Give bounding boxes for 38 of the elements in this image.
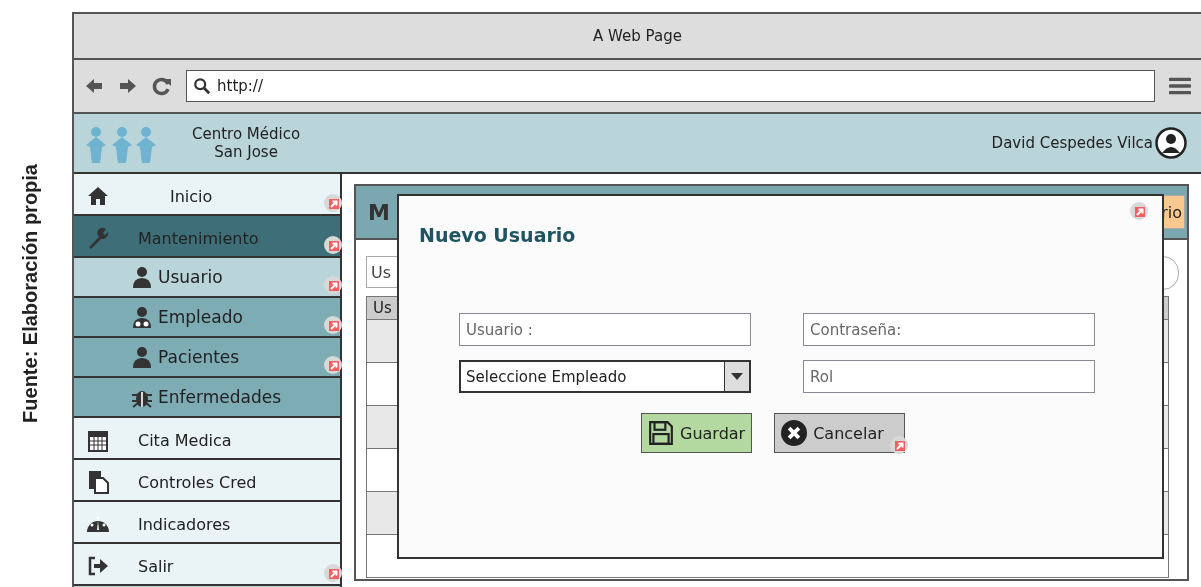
window-title: A Web Page — [593, 27, 682, 45]
cancel-button[interactable]: Cancelar — [774, 413, 905, 453]
reload-icon[interactable] — [152, 76, 172, 96]
avatar-icon[interactable] — [1155, 127, 1187, 159]
dialog-title: Nuevo Usuario — [419, 224, 576, 246]
search-icon — [193, 77, 211, 95]
calendar-icon — [86, 428, 110, 452]
caret-icon — [731, 372, 743, 381]
user-name: David Cespedes Vilca — [991, 134, 1153, 152]
exit-icon — [86, 554, 110, 578]
figure-caption: Fuente: Elaboración propia — [18, 164, 42, 423]
sidebar-item[interactable]: Pacientes — [74, 338, 340, 378]
sidebar-item[interactable]: Controles Cred — [74, 460, 340, 502]
sidebar-item[interactable]: Usuario — [74, 258, 340, 298]
address-bar[interactable]: http:// — [186, 70, 1155, 102]
sidebar-item[interactable]: Cita Medica — [74, 418, 340, 460]
brand-name: San Jose — [214, 143, 278, 161]
input-field[interactable]: Contraseña: — [803, 313, 1095, 346]
close-icon — [781, 420, 808, 446]
save-button[interactable]: Guardar — [641, 413, 753, 453]
sidebar-item[interactable]: Enfermedades — [74, 378, 340, 418]
employee-dropdown[interactable]: Seleccione Empleado — [459, 360, 751, 393]
sidebar-item[interactable]: Indicadores — [74, 502, 340, 544]
sidebar-item[interactable]: Inicio — [74, 174, 340, 216]
page-title: M — [368, 199, 390, 225]
sidebar-item[interactable]: Empleado — [74, 298, 340, 338]
home-icon — [86, 184, 110, 208]
brand-name: Centro Médico — [192, 125, 301, 143]
back-icon[interactable] — [84, 76, 104, 96]
doctor-icon — [130, 305, 154, 329]
sidebar-item[interactable]: Salir — [74, 544, 340, 586]
user-icon — [130, 265, 154, 289]
input-field[interactable]: Rol — [803, 360, 1095, 393]
documents-icon — [86, 470, 110, 494]
menu-icon[interactable] — [1169, 75, 1191, 97]
forward-icon[interactable] — [118, 76, 138, 96]
user-icon — [130, 345, 154, 369]
input-field[interactable]: Usuario : — [459, 313, 751, 346]
